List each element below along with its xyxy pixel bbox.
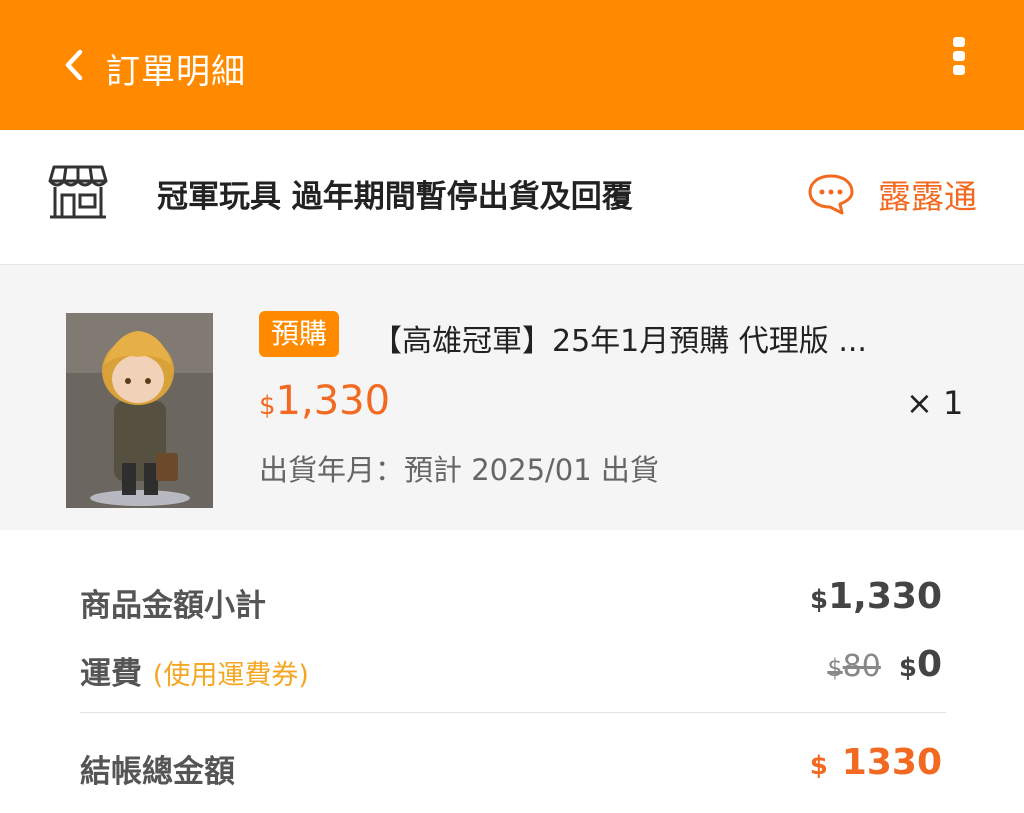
price-value: 1,330 <box>275 378 391 424</box>
store-icon <box>48 165 108 219</box>
chevron-left-icon[interactable] <box>60 48 90 82</box>
shipping-value: $80 $0 <box>827 644 942 685</box>
preorder-badge: 預購 <box>259 311 340 357</box>
page-title: 訂單明細 <box>106 52 246 92</box>
store-name[interactable]: 冠軍玩具 過年期間暫停出貨及回覆 <box>157 171 633 216</box>
subtotal-value: $1,330 <box>810 576 942 617</box>
subtotal-currency: $ <box>810 585 829 615</box>
more-vertical-icon[interactable] <box>946 34 972 78</box>
shipping-amount: 0 <box>916 644 942 685</box>
shipping-original-amount: 80 <box>842 649 881 684</box>
total-amount: 1330 <box>841 742 942 783</box>
chat-label: 露露通 <box>878 177 977 216</box>
total-value: $1330 <box>810 742 942 783</box>
subtotal-label: 商品金額小計 <box>80 588 266 624</box>
total-label: 結帳總金額 <box>80 754 235 790</box>
app-header: 訂單明細 <box>0 0 1024 130</box>
divider <box>80 712 946 713</box>
chat-button[interactable]: 露露通 <box>806 166 996 220</box>
product-price: $1,330 <box>259 378 390 424</box>
shipping-label-text: 運費 <box>80 656 142 692</box>
shipping-currency: $ <box>898 653 917 683</box>
currency-symbol: $ <box>259 391 276 421</box>
shipping-original-price: $80 <box>827 649 880 684</box>
subtotal-amount: 1,330 <box>828 576 942 617</box>
shipping-coupon-note[interactable]: (使用運費券) <box>153 660 309 691</box>
product-quantity: × 1 <box>906 384 964 422</box>
product-thumbnail[interactable] <box>66 313 213 508</box>
total-currency: $ <box>809 751 828 781</box>
shipping-original-currency: $ <box>827 654 843 682</box>
shipping-date: 出貨年月：預計 2025/01 出貨 <box>259 453 659 487</box>
product-title[interactable]: 【高雄冠軍】25年1月預購 代理版 ... <box>372 316 867 360</box>
shipping-label: 運費 (使用運費券) <box>80 648 309 693</box>
chat-bubble-icon <box>808 174 854 215</box>
